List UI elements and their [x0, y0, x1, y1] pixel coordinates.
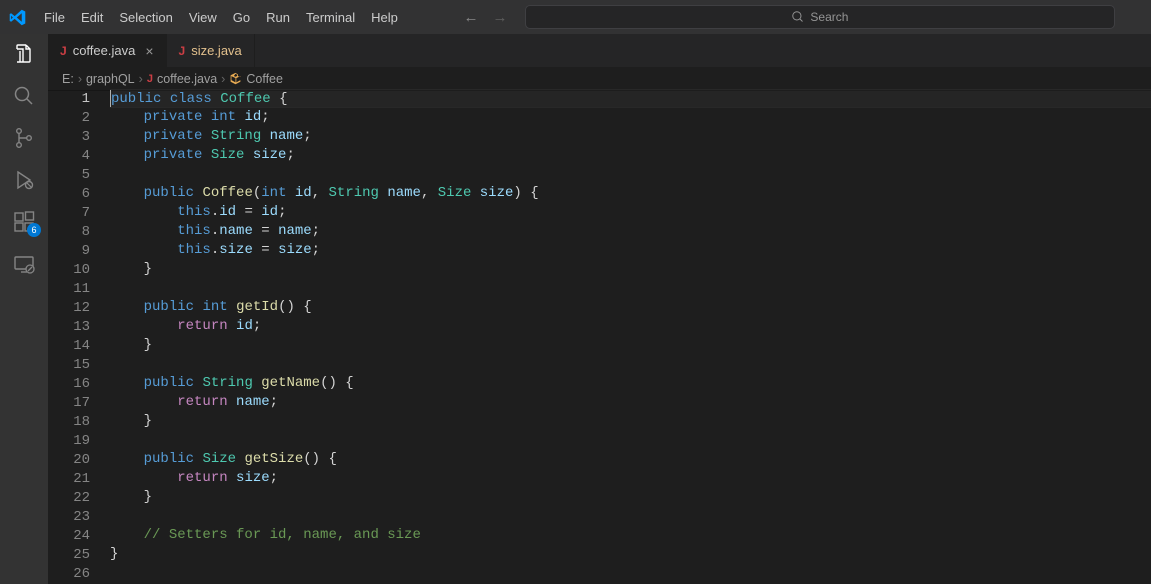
menu-item-view[interactable]: View — [181, 6, 225, 29]
code-line[interactable]: public String getName() { — [110, 374, 1151, 393]
nav-forward-icon[interactable]: → — [492, 9, 507, 26]
chevron-right-icon: › — [221, 72, 225, 86]
title-center: ← → Search — [436, 5, 1143, 29]
tab-coffee-java[interactable]: Jcoffee.java × — [48, 34, 167, 67]
code-line[interactable]: return name; — [110, 393, 1151, 412]
line-number: 15 — [48, 356, 90, 375]
close-icon[interactable]: × — [145, 43, 153, 59]
line-number: 3 — [48, 128, 90, 147]
title-bar: FileEditSelectionViewGoRunTerminalHelp ←… — [0, 0, 1151, 34]
code-line[interactable]: this.id = id; — [110, 203, 1151, 222]
line-number: 5 — [48, 166, 90, 185]
menu-item-selection[interactable]: Selection — [111, 6, 180, 29]
code-line[interactable]: // Setters for id, name, and size — [110, 526, 1151, 545]
nav-back-icon[interactable]: ← — [463, 9, 478, 26]
explorer-icon[interactable] — [12, 42, 36, 66]
code-line[interactable] — [110, 165, 1151, 184]
line-number: 18 — [48, 413, 90, 432]
menu-item-terminal[interactable]: Terminal — [298, 6, 363, 29]
scm-icon[interactable] — [12, 126, 36, 150]
line-number: 12 — [48, 299, 90, 318]
java-icon: J — [147, 73, 153, 85]
code-line[interactable] — [110, 564, 1151, 583]
breadcrumb-root[interactable]: E: — [62, 72, 74, 86]
code-line[interactable]: } — [110, 488, 1151, 507]
line-number: 22 — [48, 489, 90, 508]
tab-size-java[interactable]: Jsize.java — [167, 34, 255, 67]
line-number: 24 — [48, 527, 90, 546]
extensions-icon[interactable]: 6 — [12, 210, 36, 234]
extensions-badge: 6 — [27, 223, 41, 237]
run-debug-icon[interactable] — [12, 168, 36, 192]
line-number: 21 — [48, 470, 90, 489]
line-number: 6 — [48, 185, 90, 204]
search-side-icon[interactable] — [12, 84, 36, 108]
code-line[interactable]: this.name = name; — [110, 222, 1151, 241]
code-line[interactable]: private int id; — [110, 108, 1151, 127]
menu-bar: FileEditSelectionViewGoRunTerminalHelp — [36, 6, 406, 29]
line-number: 13 — [48, 318, 90, 337]
search-input[interactable]: Search — [525, 5, 1115, 29]
line-number: 7 — [48, 204, 90, 223]
tabs-bar: Jcoffee.java × Jsize.java — [48, 34, 1151, 67]
chevron-right-icon: › — [78, 72, 82, 86]
line-number: 25 — [48, 546, 90, 565]
code-line[interactable]: } — [110, 412, 1151, 431]
tab-label: coffee.java — [73, 43, 136, 58]
line-number: 4 — [48, 147, 90, 166]
menu-item-go[interactable]: Go — [225, 6, 258, 29]
line-number: 1 — [48, 90, 90, 109]
line-number: 10 — [48, 261, 90, 280]
line-number: 2 — [48, 109, 90, 128]
java-icon: J — [179, 44, 186, 58]
line-number: 14 — [48, 337, 90, 356]
code-line[interactable]: } — [110, 260, 1151, 279]
line-number: 17 — [48, 394, 90, 413]
code-line[interactable]: private Size size; — [110, 146, 1151, 165]
code-line[interactable] — [110, 279, 1151, 298]
line-number: 9 — [48, 242, 90, 261]
menu-item-help[interactable]: Help — [363, 6, 406, 29]
code-line[interactable]: public Size getSize() { — [110, 450, 1151, 469]
code-line[interactable]: } — [110, 545, 1151, 564]
activity-bar: 6 — [0, 34, 48, 584]
line-number: 19 — [48, 432, 90, 451]
code-line[interactable]: public int getId() { — [110, 298, 1151, 317]
code-line[interactable]: private String name; — [110, 127, 1151, 146]
class-icon — [229, 71, 242, 86]
code-editor[interactable]: 1234567891011121314151617181920212223242… — [48, 90, 1151, 584]
editor-area: Jcoffee.java × Jsize.java E: › graphQL › J… — [48, 34, 1151, 584]
code-line[interactable] — [110, 507, 1151, 526]
line-gutter: 1234567891011121314151617181920212223242… — [48, 90, 110, 584]
search-icon — [792, 11, 804, 23]
code-line[interactable]: public Coffee(int id, String name, Size … — [110, 184, 1151, 203]
remote-icon[interactable] — [12, 252, 36, 276]
code-line[interactable]: return size; — [110, 469, 1151, 488]
line-number: 8 — [48, 223, 90, 242]
chevron-right-icon: › — [139, 72, 143, 86]
vscode-icon — [8, 8, 26, 26]
breadcrumbs[interactable]: E: › graphQL › J coffee.java › Coffee — [48, 67, 1151, 90]
code-line[interactable] — [110, 355, 1151, 374]
line-number: 26 — [48, 565, 90, 584]
code-line[interactable]: public class Coffee { — [110, 89, 1151, 108]
menu-item-run[interactable]: Run — [258, 6, 298, 29]
line-number: 11 — [48, 280, 90, 299]
code-content[interactable]: public class Coffee { private int id; pr… — [110, 90, 1151, 584]
tab-label: size.java — [191, 43, 242, 58]
menu-item-edit[interactable]: Edit — [73, 6, 111, 29]
line-number: 20 — [48, 451, 90, 470]
code-line[interactable] — [110, 431, 1151, 450]
breadcrumb-folder[interactable]: graphQL — [86, 72, 135, 86]
code-line[interactable]: return id; — [110, 317, 1151, 336]
java-icon: J — [60, 44, 67, 58]
code-line[interactable]: } — [110, 336, 1151, 355]
breadcrumb-file[interactable]: coffee.java — [157, 72, 217, 86]
breadcrumb-symbol[interactable]: Coffee — [246, 72, 283, 86]
code-line[interactable]: this.size = size; — [110, 241, 1151, 260]
menu-item-file[interactable]: File — [36, 6, 73, 29]
line-number: 23 — [48, 508, 90, 527]
line-number: 16 — [48, 375, 90, 394]
search-placeholder: Search — [810, 10, 848, 24]
